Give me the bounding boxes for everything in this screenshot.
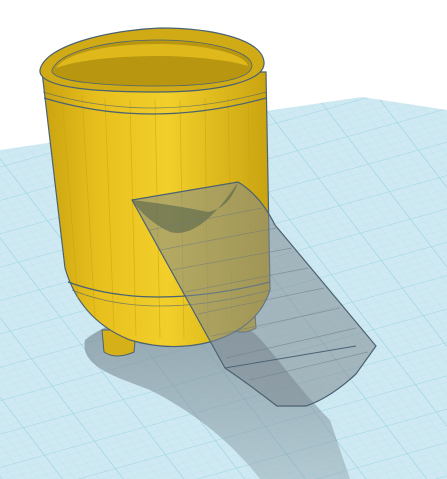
3d-viewport[interactable] <box>0 0 447 479</box>
scene-canvas[interactable] <box>0 0 447 479</box>
